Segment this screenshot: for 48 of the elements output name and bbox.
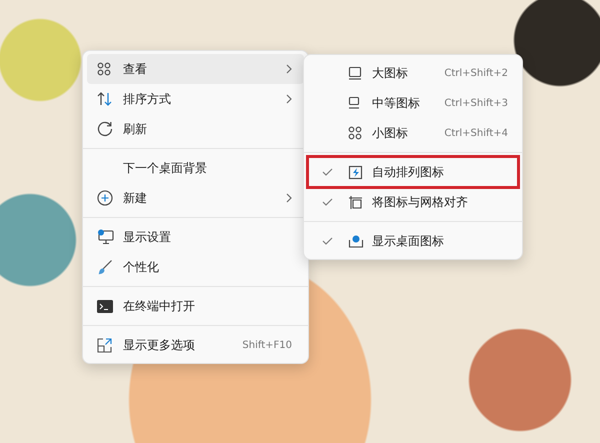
display-settings-icon: [97, 229, 114, 245]
grid-icon: [97, 62, 111, 76]
shortcut-text: Shift+F10: [242, 340, 292, 350]
refresh-icon: [97, 121, 113, 137]
sort-icon: [97, 92, 113, 106]
menu-item-label: 小图标: [372, 124, 409, 142]
terminal-icon: [97, 300, 113, 312]
menu-item[interactable]: 小图标 Ctrl+Shift+4: [308, 118, 518, 148]
menu-item-label: 将图标与网格对齐: [372, 194, 469, 210]
menu-item-label: 显示设置: [123, 228, 172, 246]
menu-item-label: 显示更多选项: [123, 336, 196, 354]
menu-item[interactable]: 自动排列图标: [308, 157, 518, 187]
menu-item-label: 排序方式: [123, 90, 172, 108]
shortcut-text: Ctrl+Shift+3: [444, 98, 508, 108]
menu-item-label: 自动排列图标: [372, 164, 445, 180]
menu-item[interactable]: 中等图标 Ctrl+Shift+3: [308, 88, 518, 118]
menu-item-label: 刷新: [123, 120, 148, 138]
menu-item-label: 个性化: [123, 258, 160, 276]
menu-item[interactable]: 在终端中打开: [87, 291, 304, 321]
shortcut-text: Ctrl+Shift+2: [444, 68, 508, 78]
menu-item-label: 中等图标: [372, 94, 421, 112]
menu-item[interactable]: 查看: [87, 54, 304, 84]
desktop-icon: [348, 234, 364, 248]
menu-item[interactable]: 大图标 Ctrl+Shift+2: [308, 58, 518, 88]
menu-item-label: 大图标: [372, 64, 409, 82]
monitor-icon: [348, 96, 360, 110]
menu-item-label: 下一个桌面背景: [123, 160, 208, 176]
menu-item[interactable]: 下一个桌面背景: [87, 153, 304, 183]
menu-item[interactable]: 排序方式: [87, 84, 304, 114]
menu-item-label: 新建: [123, 190, 148, 206]
menu-item[interactable]: 刷新: [87, 114, 304, 144]
menu-item[interactable]: 新建: [87, 183, 304, 213]
expand-icon: [97, 338, 112, 352]
shortcut-text: Ctrl+Shift+4: [444, 128, 508, 138]
menu-item[interactable]: 显示更多选项 Shift+F10: [87, 330, 304, 360]
menu-item[interactable]: 显示桌面图标: [308, 226, 518, 256]
menu-item-label: 查看: [123, 60, 148, 78]
grid-align-icon: [348, 194, 363, 210]
menu-item[interactable]: 个性化: [87, 252, 304, 282]
menu-item-label: 显示桌面图标: [372, 232, 445, 250]
grid-icon: [348, 126, 362, 140]
plus-circle-icon: [97, 190, 113, 206]
menu-item[interactable]: 显示设置: [87, 222, 304, 252]
menu-item-label: 在终端中打开: [123, 298, 196, 314]
brush-icon: [97, 259, 113, 275]
monitor-icon: [348, 66, 362, 80]
menu-item[interactable]: 将图标与网格对齐: [308, 187, 518, 217]
auto-arrange-icon: [348, 164, 363, 180]
